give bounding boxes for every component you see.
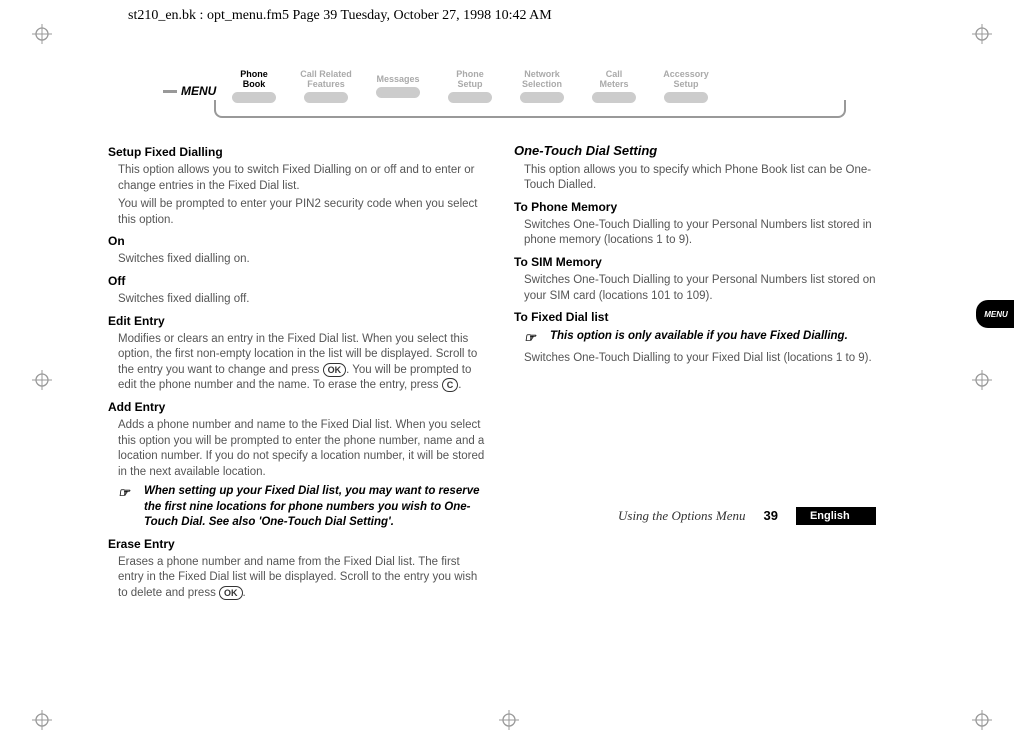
menu-bar-icon [163,90,177,93]
menu-label: MENU [163,84,216,98]
note: ☞ When setting up your Fixed Dial list, … [118,484,486,531]
note: ☞ This option is only available if you h… [524,329,892,347]
menu-tab: CallMeters [578,70,650,90]
body-text: Switches fixed dialling off. [118,292,486,308]
body-text: This option allows you to switch Fixed D… [118,163,486,194]
menu-tab: PhoneBook [218,70,290,90]
header-meta: st210_en.bk : opt_menu.fm5 Page 39 Tuesd… [128,8,552,24]
heading-to-phone-memory: To Phone Memory [514,199,892,215]
menu-tab: AccessorySetup [650,70,722,90]
menu-tab: NetworkSelection [506,70,578,90]
menu-label-text: MENU [181,84,216,98]
side-menu-tab: MENU [976,300,1014,328]
hand-note-icon: ☞ [524,329,544,347]
heading-on: On [108,233,486,249]
body-text: Erases a phone number and name from the … [118,555,486,602]
body-text: Switches One-Touch Dialling to your Pers… [524,218,892,249]
crop-mark-icon [30,708,54,732]
body-text: Switches One-Touch Dialling to your Pers… [524,273,892,304]
crop-mark-icon [30,22,54,46]
body-text: You will be prompted to enter your PIN2 … [118,197,486,228]
heading-add-entry: Add Entry [108,399,486,415]
heading-off: Off [108,273,486,289]
heading-setup-fixed-dialling: Setup Fixed Dialling [108,144,486,160]
note-text: This option is only available if you hav… [550,329,848,347]
menu-bracket [214,100,846,118]
menu-pill-icon [376,87,420,98]
crop-mark-icon [970,368,994,392]
ok-key-icon: OK [323,363,347,377]
hand-note-icon: ☞ [118,484,138,531]
menu-tab: Messages [362,75,434,85]
menu-bar: MENU PhoneBookCall RelatedFeaturesMessag… [163,70,908,130]
page-number: 39 [763,508,777,523]
heading-erase-entry: Erase Entry [108,536,486,552]
ok-key-icon: OK [219,586,243,600]
crop-mark-icon [970,708,994,732]
heading-edit-entry: Edit Entry [108,313,486,329]
body-text: Adds a phone number and name to the Fixe… [118,418,486,480]
heading-to-fixed-dial-list: To Fixed Dial list [514,309,892,325]
body-text: Modifies or clears an entry in the Fixed… [118,332,486,394]
menu-tab: Call RelatedFeatures [290,70,362,90]
running-head: Using the Options Menu [618,508,745,524]
body-text: This option allows you to specify which … [524,163,892,194]
menu-tab: PhoneSetup [434,70,506,90]
body-text: Switches fixed dialling on. [118,252,486,268]
note-text: When setting up your Fixed Dial list, yo… [144,484,486,531]
language-box: English [796,507,876,525]
page-content: MENU PhoneBookCall RelatedFeaturesMessag… [108,70,908,605]
crop-mark-icon [970,22,994,46]
right-column: One-Touch Dial Setting This option allow… [514,138,892,605]
page-footer: Using the Options Menu 39 English [618,507,908,525]
crop-mark-icon [497,708,521,732]
heading-one-touch-dial: One-Touch Dial Setting [514,142,892,160]
left-column: Setup Fixed Dialling This option allows … [108,138,486,605]
body-text: Switches One-Touch Dialling to your Fixe… [524,351,892,367]
c-key-icon: C [442,378,459,392]
heading-to-sim-memory: To SIM Memory [514,254,892,270]
crop-mark-icon [30,368,54,392]
